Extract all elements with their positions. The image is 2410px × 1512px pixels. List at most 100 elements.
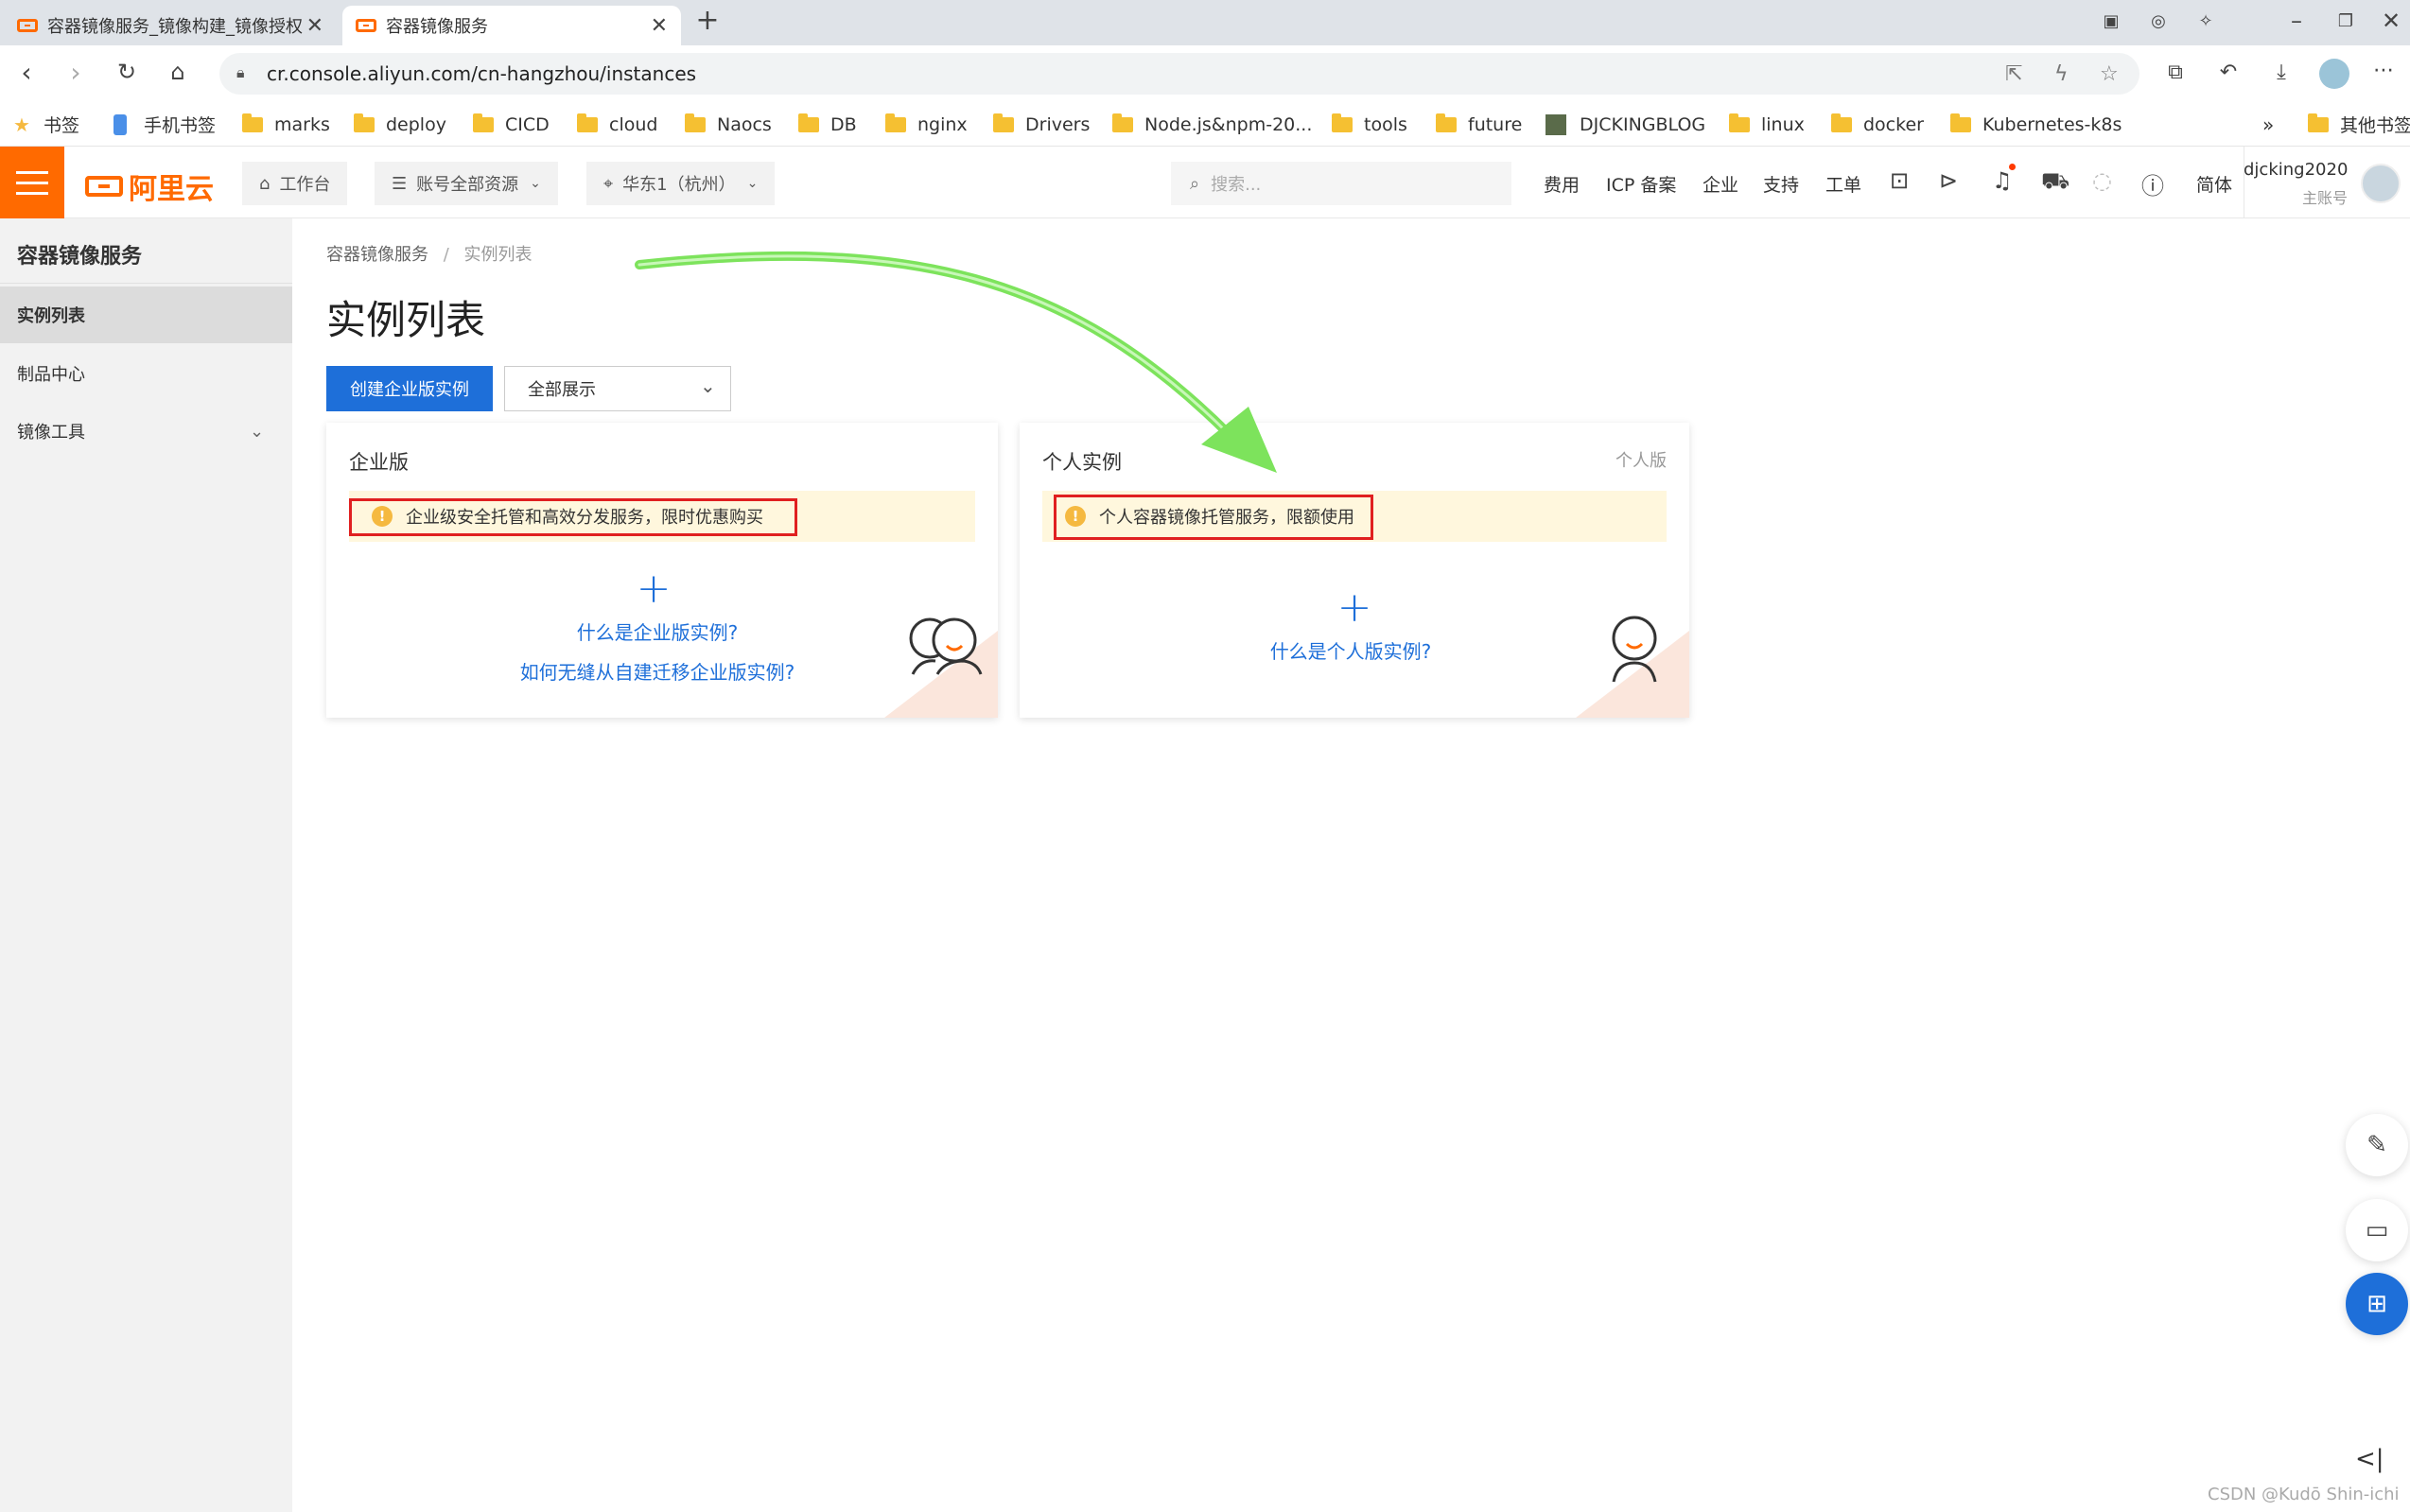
lightning-icon[interactable]: ϟ [2054, 62, 2069, 86]
account-type: 主账号 [2301, 189, 2348, 207]
language-switch[interactable]: 简体 [2196, 171, 2232, 197]
create-enterprise-instance-button[interactable]: 创建企业版实例 [326, 366, 493, 411]
bookmark-folder[interactable]: marks [242, 102, 330, 147]
breadcrumb-current: 实例列表 [463, 245, 533, 265]
edition-tag: 个人版 [1615, 451, 1667, 471]
user-illustration-icon [1612, 616, 1657, 683]
help-icon[interactable]: ⓘ [2141, 167, 2164, 200]
nav-link-ticket[interactable]: 工单 [1825, 171, 1861, 197]
incognito-icon[interactable]: ◎ [2139, 11, 2177, 31]
terminal-icon[interactable]: ⊳ [1939, 167, 1958, 194]
bookmark-folder[interactable]: tools [1332, 102, 1407, 147]
bookmark-folder[interactable]: Node.js&npm-20... [1112, 102, 1312, 147]
lock-icon: 🔒︎ [236, 63, 245, 81]
share-icon[interactable]: ⇱ [2005, 62, 2022, 86]
reload-icon[interactable]: ↻ [108, 59, 146, 85]
pen-icon: ✎ [2366, 1131, 2387, 1159]
annotation-arrow [635, 251, 1277, 473]
forward-icon[interactable]: › [57, 57, 95, 88]
more-menu-icon[interactable]: ⋯ [2365, 59, 2402, 82]
avatar[interactable] [2361, 164, 2401, 203]
apps-button[interactable]: ⊞ [2346, 1273, 2408, 1335]
region-dropdown[interactable]: ⌖ 华东1（杭州） ⌄ [586, 162, 776, 205]
close-tab-icon[interactable]: ✕ [651, 14, 668, 38]
folder-icon [1729, 113, 1750, 132]
bookmark-folder[interactable]: 其他书签 [2308, 102, 2410, 147]
bookmark-folder[interactable]: linux [1729, 102, 1805, 147]
sidebar-title: 容器镜像服务 [17, 245, 143, 269]
sidebar-item-artifacts[interactable]: 制品中心 [0, 345, 292, 402]
undo-icon[interactable]: ↶ [2209, 61, 2247, 84]
profile-avatar[interactable] [2319, 59, 2349, 89]
resources-dropdown[interactable]: ☰ 账号全部资源 ⌄ [375, 162, 558, 205]
site-icon [1546, 113, 1566, 135]
close-window-icon[interactable]: ✕ [2372, 8, 2410, 34]
back-icon[interactable]: ‹ [8, 57, 45, 88]
bookmark-folder[interactable]: future [1436, 102, 1522, 147]
menu-icon[interactable] [0, 147, 64, 218]
bulb-icon[interactable]: ◌ [2092, 167, 2112, 194]
page-title: 实例列表 [326, 297, 486, 343]
cart-icon[interactable]: ⛟ [2041, 167, 2069, 197]
minimize-icon[interactable]: – [2278, 8, 2315, 34]
star-icon[interactable]: ☆ [2100, 62, 2119, 86]
home-icon[interactable]: ⌂ [159, 59, 197, 85]
url-text: cr.console.aliyun.com/cn-hangzhou/instan… [267, 62, 697, 85]
user-info[interactable]: djcking2020 主账号 [2244, 156, 2348, 208]
browser-tab-1[interactable]: 容器镜像服务_镜像构建_镜像授权 ✕ [4, 6, 337, 45]
bell-icon[interactable]: ♫ [1992, 167, 2013, 194]
download-icon[interactable]: ⤓ [2262, 61, 2300, 84]
bookmark-folder[interactable]: deploy [354, 102, 446, 147]
tab-title: 容器镜像服务 [386, 17, 488, 37]
nav-link-billing[interactable]: 费用 [1544, 171, 1580, 197]
breadcrumb-item[interactable]: 容器镜像服务 [326, 245, 428, 265]
tab-search-icon[interactable]: ▣ [2092, 11, 2130, 31]
folder-icon [685, 113, 706, 132]
plus-icon[interactable]: + [625, 565, 682, 613]
browser-tab-2[interactable]: 容器镜像服务 ✕ [342, 6, 681, 45]
search-icon: ⌕ [1190, 173, 1200, 194]
list-icon: ☰ [392, 173, 408, 194]
folder-icon [577, 113, 598, 132]
close-tab-icon[interactable]: ✕ [306, 14, 323, 38]
bookmark-item[interactable]: 手机书签 [114, 102, 216, 147]
nav-link-icp[interactable]: ICP 备案 [1606, 171, 1676, 197]
search-input[interactable]: ⌕ 搜索... [1171, 162, 1511, 205]
workbench-button[interactable]: ⌂ 工作台 [242, 162, 348, 205]
nav-link-support[interactable]: 支持 [1763, 171, 1799, 197]
sidebar-item-instances[interactable]: 实例列表 [0, 287, 292, 343]
bookmark-item[interactable]: DJCKINGBLOG [1546, 102, 1705, 147]
home-icon: ⌂ [259, 173, 271, 194]
bookmark-folder[interactable]: Drivers [993, 102, 1090, 147]
bookmark-folder[interactable]: Naocs [685, 102, 772, 147]
new-tab-icon[interactable]: + [689, 4, 726, 37]
bookmark-folder[interactable]: docker [1831, 102, 1924, 147]
collapse-panel-icon[interactable]: <| [2355, 1445, 2384, 1473]
notification-dot [2009, 164, 2016, 170]
folder-icon [1112, 113, 1133, 132]
bookmark-folder[interactable]: CICD [473, 102, 550, 147]
edit-feedback-button[interactable]: ✎ [2346, 1114, 2408, 1176]
breadcrumb: 容器镜像服务 / 实例列表 [326, 245, 533, 265]
bookmark-folder[interactable]: nginx [885, 102, 968, 147]
users-illustration-icon [909, 617, 983, 675]
bookmark-folder[interactable]: DB [798, 102, 857, 147]
folder-icon [354, 113, 375, 132]
extensions-icon[interactable]: ✧ [2187, 11, 2225, 31]
aliyun-logo[interactable]: 阿里云 [85, 165, 214, 207]
address-bar-row: ‹ › ↻ ⌂ 🔒︎ cr.console.aliyun.com/cn-hang… [0, 45, 2410, 102]
chat-button[interactable]: ▭ [2346, 1199, 2408, 1261]
more-bookmarks-icon[interactable]: » [2262, 102, 2274, 147]
extension-puzzle-icon[interactable]: ⧉ [2157, 61, 2194, 84]
api-icon[interactable]: ⊡ [1890, 167, 1909, 194]
bookmark-folder[interactable]: Kubernetes-k8s [1950, 102, 2122, 147]
sidebar-item-tools[interactable]: 镜像工具 ⌄ [0, 403, 292, 460]
bookmark-item[interactable]: ★ 书签 [13, 102, 79, 147]
url-field[interactable]: 🔒︎ cr.console.aliyun.com/cn-hangzhou/ins… [219, 53, 2139, 95]
bookmark-folder[interactable]: cloud [577, 102, 657, 147]
nav-link-enterprise[interactable]: 企业 [1703, 171, 1738, 197]
restore-icon[interactable]: ❐ [2327, 11, 2365, 31]
tab-bar: 容器镜像服务_镜像构建_镜像授权 ✕ 容器镜像服务 ✕ + ▣ ◎ ✧ – ❐ … [0, 0, 2410, 45]
phone-icon [114, 113, 127, 135]
plus-icon[interactable]: + [1326, 583, 1383, 632]
